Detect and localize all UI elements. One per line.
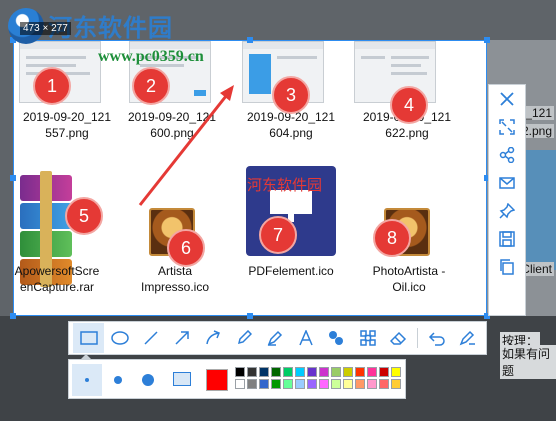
file-label-3-line-2: 604.png (269, 126, 313, 140)
file-label-8[interactable]: PhotoArtista - Oil.ico (354, 263, 464, 295)
current-color-swatch[interactable] (206, 369, 228, 391)
fullscreen-icon[interactable] (492, 113, 522, 141)
undo-tool-icon[interactable] (421, 323, 452, 353)
step-badge-2[interactable]: 2 (132, 67, 170, 105)
step-badge-4[interactable]: 4 (390, 86, 428, 124)
step-badge-5[interactable]: 5 (65, 197, 103, 235)
stroke-size-medium[interactable] (103, 364, 133, 396)
small-dot-icon (85, 378, 89, 382)
file-label-8-line-2: Oil.ico (392, 280, 426, 294)
color-swatch-26[interactable] (367, 379, 377, 389)
color-swatch-2[interactable] (247, 367, 257, 377)
color-swatch-18[interactable] (271, 379, 281, 389)
color-swatch-11[interactable] (355, 367, 365, 377)
resize-handle-top-right[interactable] (484, 37, 490, 43)
color-swatch-25[interactable] (355, 379, 365, 389)
curved-arrow-tool-icon[interactable] (197, 323, 228, 353)
selection-size-indicator: 473 × 277 (20, 22, 71, 35)
color-swatch-22[interactable] (319, 379, 329, 389)
mail-icon[interactable] (492, 169, 522, 197)
file-label-7-line-1: PDFelement.ico (248, 264, 334, 278)
mosaic-tool-icon[interactable] (352, 323, 383, 353)
file-label-8-line-1: PhotoArtista - (372, 264, 446, 278)
watermark-url: www.pc0359.cn (98, 48, 204, 65)
color-swatch-8[interactable] (319, 367, 329, 377)
stroke-size-large[interactable] (133, 364, 163, 396)
step-badge-7[interactable]: 7 (259, 216, 297, 254)
color-swatch-24[interactable] (343, 379, 353, 389)
close-icon[interactable] (492, 85, 522, 113)
color-swatch-9[interactable] (331, 367, 341, 377)
color-swatch-20[interactable] (295, 379, 305, 389)
color-palette (235, 367, 402, 390)
line-tool-icon[interactable] (135, 323, 166, 353)
large-dot-icon (142, 374, 154, 386)
step-number-tool-icon[interactable] (321, 323, 352, 353)
color-swatch-17[interactable] (259, 379, 269, 389)
color-swatch-5[interactable] (283, 367, 293, 377)
color-swatch-10[interactable] (343, 367, 353, 377)
file-label-1[interactable]: 2019-09-20_121 557.png (12, 109, 122, 141)
arrow-tool-icon[interactable] (166, 323, 197, 353)
stroke-size-small[interactable] (72, 364, 102, 396)
file-label-6-line-1: Artista (157, 264, 192, 278)
color-swatch-27[interactable] (379, 379, 389, 389)
eraser-tool-icon[interactable] (383, 323, 414, 353)
highlighter-tool-icon[interactable] (259, 323, 290, 353)
file-label-7[interactable]: PDFelement.ico (236, 263, 346, 279)
annotation-text[interactable]: 河东软件园 (247, 174, 322, 195)
capture-selection[interactable]: 2019-09-20_121 557.png 2019-09-20_121 60… (13, 40, 487, 316)
right-toolbar (488, 84, 526, 316)
file-label-6[interactable]: Artista Impresso.ico (120, 263, 230, 295)
resize-handle-bottom-left[interactable] (10, 313, 16, 319)
text-tool-icon[interactable] (290, 323, 321, 353)
step-badge-3[interactable]: 3 (272, 76, 310, 114)
step-badge-8[interactable]: 8 (373, 219, 411, 257)
toolbar-divider (417, 328, 418, 348)
color-swatch-1[interactable] (235, 367, 245, 377)
color-swatch-19[interactable] (283, 379, 293, 389)
file-label-6-line-2: Impresso.ico (140, 280, 210, 294)
file-label-1-line-1: 2019-09-20_121 (22, 110, 112, 124)
color-swatch-15[interactable] (235, 379, 245, 389)
file-label-1-line-2: 557.png (45, 126, 89, 140)
color-swatch-6[interactable] (295, 367, 305, 377)
color-swatch-12[interactable] (367, 367, 377, 377)
color-swatch-16[interactable] (247, 379, 257, 389)
ellipse-tool-icon[interactable] (104, 323, 135, 353)
color-swatch-3[interactable] (259, 367, 269, 377)
pen-tool-icon[interactable] (228, 323, 259, 353)
background-bottom-text-2: 如果有问题 (500, 345, 556, 379)
resize-handle-left[interactable] (10, 175, 16, 181)
file-label-5[interactable]: ApowersoftScre enCapture.rar (2, 263, 112, 295)
fill-rectangle-option[interactable] (173, 372, 191, 386)
share-icon[interactable] (492, 141, 522, 169)
medium-dot-icon (114, 376, 122, 384)
file-label-4-line-2: 622.png (385, 126, 429, 140)
save-icon[interactable] (492, 225, 522, 253)
resize-handle-bottom[interactable] (247, 313, 253, 319)
color-swatch-23[interactable] (331, 379, 341, 389)
color-swatch-4[interactable] (271, 367, 281, 377)
pin-icon[interactable] (492, 197, 522, 225)
copy-icon[interactable] (492, 253, 522, 281)
color-swatch-14[interactable] (391, 367, 401, 377)
rectangle-tool-icon[interactable] (73, 323, 104, 353)
drawing-toolbar (68, 321, 487, 355)
color-swatch-13[interactable] (379, 367, 389, 377)
resize-handle-top[interactable] (247, 37, 253, 43)
file-label-5-line-1: ApowersoftScre (14, 264, 100, 278)
color-swatch-28[interactable] (391, 379, 401, 389)
done-tool-icon[interactable] (452, 323, 483, 353)
file-label-5-line-2: enCapture.rar (19, 280, 95, 294)
color-swatch-7[interactable] (307, 367, 317, 377)
step-badge-6[interactable]: 6 (167, 229, 205, 267)
color-swatch-21[interactable] (307, 379, 317, 389)
tool-options-bar (68, 359, 406, 399)
background-filename-part-1: _121 (523, 106, 554, 120)
step-badge-1[interactable]: 1 (33, 67, 71, 105)
